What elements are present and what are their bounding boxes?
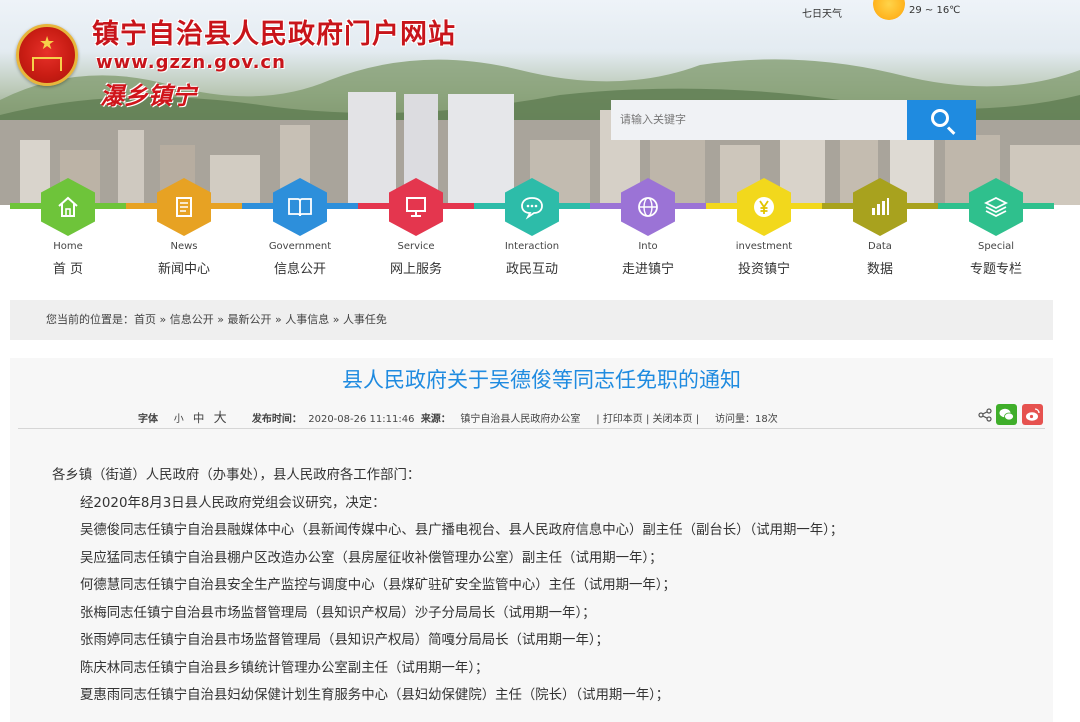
nav-hex: [41, 178, 95, 236]
nav-label-en: Data: [868, 241, 892, 252]
nav-hex: [853, 178, 907, 236]
article-paragraph: 各乡镇（街道）人民政府（办事处），县人民政府各工作部门：: [52, 468, 421, 483]
nav-hex: [389, 178, 443, 236]
nav-item-special[interactable]: Special 专题专栏: [938, 178, 1054, 278]
nav-hex: [273, 178, 327, 236]
national-emblem-icon: ★: [16, 24, 78, 86]
print-link[interactable]: 打印本页: [603, 414, 643, 425]
breadcrumb-prefix: 您当前的位置是：: [46, 313, 134, 326]
nav-label-en: investment: [735, 241, 793, 252]
article-paragraph: 夏惠雨同志任镇宁自治县妇幼保健计划生育服务中心（县妇幼保健院）主任（院长）（试用…: [80, 688, 670, 703]
nav-label-en: Home: [53, 241, 83, 252]
nav-hex: [505, 178, 559, 236]
nav-item-news[interactable]: News 新闻中心: [126, 178, 242, 278]
nav-hex: [969, 178, 1023, 236]
font-small-button[interactable]: 小: [174, 414, 184, 425]
globe-icon: [621, 178, 675, 236]
yen-icon: [737, 178, 791, 236]
weibo-icon[interactable]: [1022, 404, 1043, 425]
nav-label-cn: 走进镇宁: [621, 262, 674, 277]
nav-hex: [621, 178, 675, 236]
font-size-label: 字体: [138, 414, 158, 425]
chart-icon: [853, 178, 907, 236]
article-paragraph: 张梅同志任镇宁自治县市场监督管理局（县知识产权局）沙子分局局长（试用期一年）；: [80, 605, 596, 621]
weather-label[interactable]: 七日天气: [802, 5, 842, 20]
publish-time-label: 发布时间：: [251, 414, 302, 425]
nav-item-investment[interactable]: investment 投资镇宁: [706, 178, 822, 278]
article-meta: 字体 小 中 大 发布时间： 2020-08-26 11:11:46 来源： 镇…: [138, 411, 778, 426]
font-medium-button[interactable]: 中: [193, 411, 205, 425]
nav-label-en: News: [170, 241, 198, 252]
breadcrumb-item[interactable]: 人事任免: [343, 313, 387, 326]
nav-label-cn: 网上服务: [389, 262, 442, 277]
source-value: 镇宁自治县人民政府办公室: [460, 414, 581, 425]
article-paragraph: 吴德俊同志任镇宁自治县融媒体中心（县新闻传媒中心、县广播电视台、县人民政府信息中…: [80, 523, 844, 538]
site-url: www.gzzn.gov.cn: [96, 52, 286, 73]
nav-item-into[interactable]: Into 走进镇宁: [590, 178, 706, 278]
font-large-button[interactable]: 大: [214, 411, 227, 426]
header-banner: ★ 镇宁自治县人民政府门户网站 www.gzzn.gov.cn 瀑乡镇宁 七日天…: [0, 0, 1080, 205]
breadcrumb-item[interactable]: 信息公开: [170, 313, 214, 326]
article-body: 各乡镇（街道）人民政府（办事处），县人民政府各工作部门： 经2020年8月3日县…: [10, 462, 1053, 710]
nav-label-cn: 投资镇宁: [737, 262, 790, 277]
nav-label-cn: 专题专栏: [969, 262, 1022, 277]
nav-label-cn: 信息公开: [273, 262, 326, 277]
article-paragraph: 张雨婷同志任镇宁自治县市场监督管理局（县知识产权局）简嘎分局局长（试用期一年）；: [80, 633, 609, 648]
breadcrumb: 您当前的位置是：首页 » 信息公开 » 最新公开 » 人事信息 » 人事任免: [10, 300, 1053, 340]
news-icon: [157, 178, 211, 236]
layers-icon: [969, 178, 1023, 236]
breadcrumb-item[interactable]: 最新公开: [227, 313, 271, 326]
breadcrumb-item[interactable]: 人事信息: [285, 313, 329, 326]
search-icon: [931, 109, 949, 127]
views-label: 访问量：: [715, 414, 755, 425]
nav-label-en: Interaction: [504, 241, 560, 252]
nav-item-home[interactable]: Home 首 页: [10, 178, 126, 278]
source-label: 来源：: [420, 414, 451, 425]
article-paragraph: 经2020年8月3日县人民政府党组会议研究，决定：: [80, 495, 386, 511]
nav-item-interaction[interactable]: Interaction 政民互动: [474, 178, 590, 278]
search-input[interactable]: 请输入关键字: [611, 100, 907, 140]
article-paragraph: 何德慧同志任镇宁自治县安全生产监控与调度中心（县煤矿驻矿安全监管中心）主任（试用…: [80, 578, 676, 593]
site-title[interactable]: 镇宁自治县人民政府门户网站: [92, 12, 456, 51]
monitor-icon: [389, 178, 443, 236]
temperature-readout: 29 ~ 16℃: [909, 5, 961, 16]
nav-item-data[interactable]: Data 数据: [822, 178, 938, 278]
article-paragraph: 陈庆林同志任镇宁自治县乡镇统计管理办公室副主任（试用期一年）；: [80, 660, 489, 676]
nav-item-service[interactable]: Service 网上服务: [358, 178, 474, 278]
wechat-icon[interactable]: [996, 404, 1017, 425]
share-icon[interactable]: [978, 408, 992, 422]
home-icon: [41, 178, 95, 236]
nav-label-en: Government: [268, 241, 332, 252]
nav-label-en: Service: [397, 241, 435, 252]
book-icon: [273, 178, 327, 236]
publish-time: 2020-08-26 11:11:46: [308, 414, 415, 425]
views-count: 18次: [755, 414, 778, 425]
meta-divider: [18, 428, 1045, 429]
nav-label-en: Special: [977, 241, 1015, 252]
article-paragraph: 吴应猛同志任镇宁自治县棚户区改造办公室（县房屋征收补偿管理办公室）副主任（试用期…: [80, 550, 663, 566]
nav-hex: [737, 178, 791, 236]
search-button[interactable]: [907, 100, 976, 140]
breadcrumb-item[interactable]: 首页: [134, 313, 156, 326]
close-link[interactable]: 关闭本页: [653, 414, 693, 425]
nav-label-cn: 政民互动: [505, 262, 558, 277]
article-title: 县人民政府关于吴德俊等同志任免职的通知: [342, 368, 741, 392]
nav-label-cn: 首 页: [52, 262, 84, 277]
nav-label-cn: 新闻中心: [157, 262, 210, 277]
main-nav: Home 首 页 News 新闻中心 Government 信息公开 Service 网上服务…: [10, 178, 1070, 278]
nav-item-government[interactable]: Government 信息公开: [242, 178, 358, 278]
nav-label-en: Into: [638, 241, 658, 252]
article-panel: 县人民政府关于吴德俊等同志任免职的通知 字体 小 中 大 发布时间： 2020-…: [10, 358, 1053, 722]
site-slogan: 瀑乡镇宁: [100, 81, 196, 110]
nav-label-cn: 数据: [866, 262, 893, 277]
chat-icon: [505, 178, 559, 236]
sun-icon: [873, 0, 905, 20]
nav-hex: [157, 178, 211, 236]
